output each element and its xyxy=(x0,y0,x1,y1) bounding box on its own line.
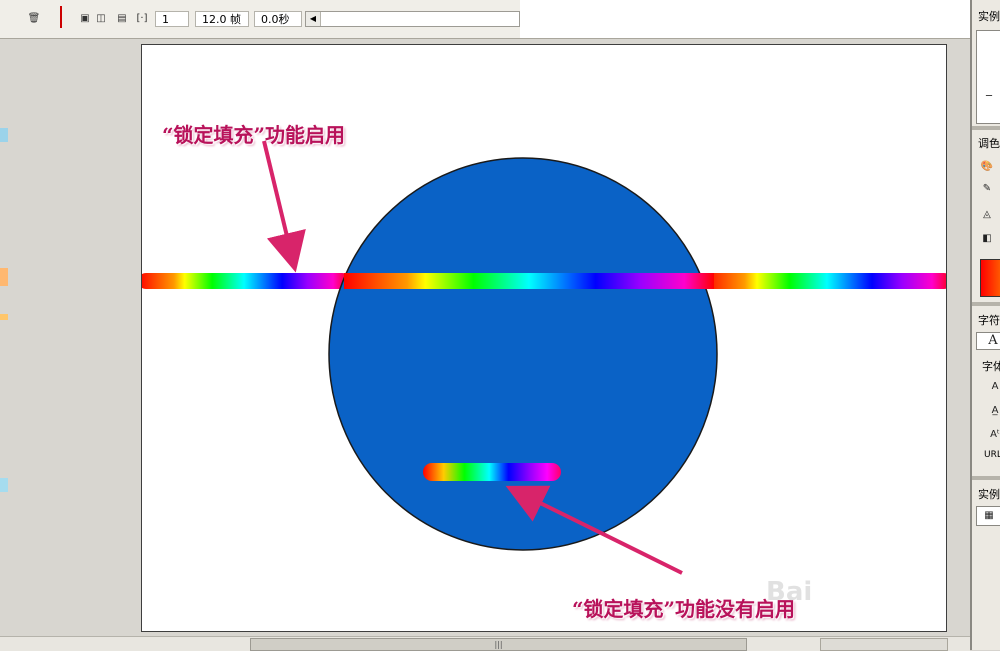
panel-divider xyxy=(972,302,1000,306)
timeline-scrollbar[interactable]: ◀ xyxy=(305,11,520,27)
color-swatch xyxy=(0,268,8,286)
frame-rate: 12.0 帧 xyxy=(195,11,249,27)
stage-canvas[interactable]: “锁定填充”功能启用 “锁定填充”功能没有启用 Bai xyxy=(141,44,947,632)
rainbow-stroke-middle xyxy=(344,273,714,289)
arrow-top xyxy=(262,140,306,273)
timeline-toolbar: 🗑 ▣ ◫ ▤ [·] 1 12.0 帧 0.0秒 ◀ xyxy=(0,0,970,39)
color-gradient-preview[interactable] xyxy=(980,259,1000,297)
color-panel-title[interactable]: 调色 xyxy=(978,135,1000,151)
bucket-icon[interactable]: ◬ xyxy=(980,208,994,222)
scroll-left-icon[interactable]: ◀ xyxy=(306,12,321,26)
color-swatch xyxy=(0,314,8,320)
color-swatch xyxy=(0,128,8,142)
instance-panel-box xyxy=(976,30,1000,124)
scroll-track-segment[interactable] xyxy=(820,638,948,651)
onion-skin-outline-icon[interactable]: ◫ xyxy=(95,12,107,24)
timeline-empty-area xyxy=(520,0,970,38)
rainbow-stroke-small xyxy=(423,463,561,481)
current-frame: 1 xyxy=(155,11,189,27)
elapsed-time: 0.0秒 xyxy=(254,11,302,27)
color-swatch xyxy=(0,478,8,492)
font-size-icon[interactable]: A xyxy=(988,380,1000,394)
right-panels: 实例 ─ 调色 🎨 ✎ ◬ ◧ 字符 A 字体 A A̲ Aᵗ URL 实例 ▦ xyxy=(970,0,1000,650)
scroll-thumb[interactable]: ||| xyxy=(250,638,747,651)
onion-skin-icon[interactable]: ▣ xyxy=(79,12,91,24)
trash-icon[interactable]: 🗑 xyxy=(28,12,41,24)
palette-icon[interactable]: 🎨 xyxy=(980,160,994,174)
pencil-icon[interactable]: ✎ xyxy=(980,182,994,196)
modify-markers-icon[interactable]: [·] xyxy=(136,12,148,24)
tracking-icon[interactable]: A̲ xyxy=(988,404,1000,418)
url-label: URL xyxy=(984,450,1000,460)
instance-panel-bottom-title[interactable]: 实例 xyxy=(978,486,1000,502)
baseline-icon[interactable]: Aᵗ xyxy=(988,428,1000,442)
font-label: 字体 xyxy=(982,360,1000,373)
stage-horizontal-scrollbar[interactable]: ||| xyxy=(0,636,970,651)
library-icon: ▦ xyxy=(984,510,994,521)
playhead-marker[interactable] xyxy=(60,6,62,28)
instance-panel-title: 实例 xyxy=(978,10,1000,23)
annotation-lock-fill-disabled: “锁定填充”功能没有启用 xyxy=(572,597,796,621)
panel-divider xyxy=(972,126,1000,130)
swap-colors-icon[interactable]: ◧ xyxy=(980,232,994,246)
blue-circle xyxy=(328,157,718,551)
character-panel-title[interactable]: 字符 xyxy=(978,312,1000,328)
edit-multiple-frames-icon[interactable]: ▤ xyxy=(116,12,128,24)
panel-divider xyxy=(972,476,1000,480)
annotation-lock-fill-enabled: “锁定填充”功能启用 xyxy=(162,123,346,147)
baidu-watermark: Bai xyxy=(766,577,813,607)
font-a-icon: A xyxy=(988,333,998,348)
line-icon: ─ xyxy=(985,91,993,102)
